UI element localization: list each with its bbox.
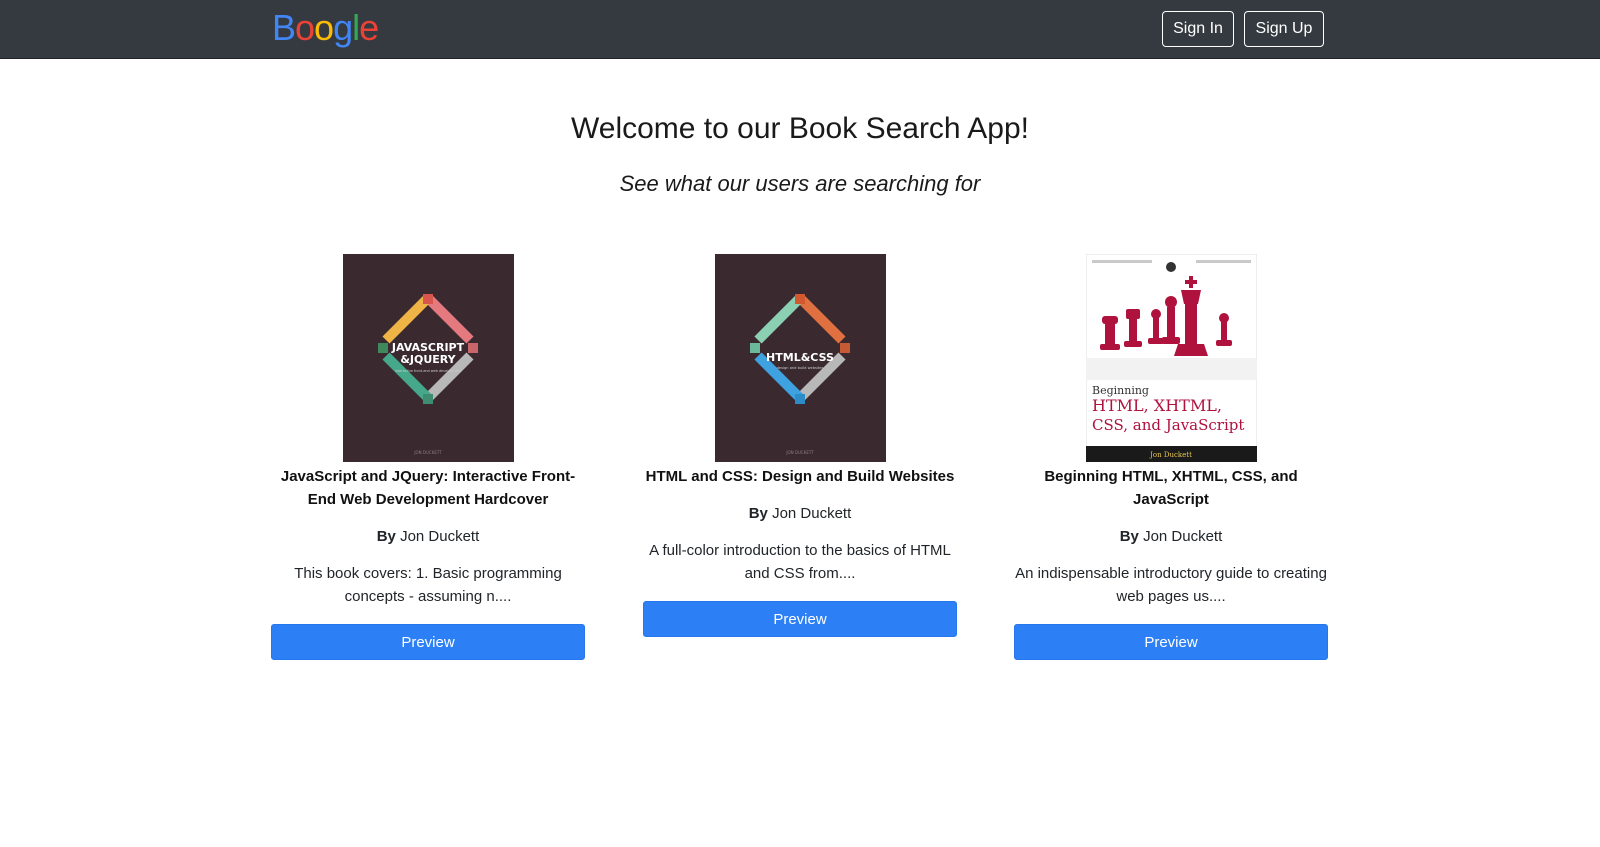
- cover-tagline: design and build websites: [776, 366, 823, 370]
- navbar: Boogle Sign In Sign Up: [0, 0, 1600, 59]
- book-description: A full-color introduction to the basics …: [649, 542, 951, 582]
- cover-title-line2: HTML, XHTML,: [1092, 396, 1222, 415]
- book-cover-image: Beginning HTML, XHTML, CSS, and JavaScri…: [1085, 254, 1257, 462]
- preview-button[interactable]: Preview: [1014, 624, 1328, 660]
- cover-author: JON DUCKETT: [785, 450, 814, 455]
- cover-tagline: interactive front-end web development: [394, 369, 461, 373]
- book-card: JAVASCRIPT &JQUERY interactive front-end…: [271, 254, 585, 660]
- book-description: An indispensable introductory guide to c…: [1015, 565, 1327, 605]
- book-title: JavaScript and JQuery: Interactive Front…: [280, 468, 576, 508]
- book-author: By Jon Duckett: [643, 502, 957, 525]
- book-description: This book covers: 1. Basic programming c…: [294, 565, 562, 605]
- logo[interactable]: Boogle: [272, 7, 379, 48]
- cover-title-line1: HTML&CSS: [766, 351, 834, 364]
- book-title: Beginning HTML, XHTML, CSS, and JavaScri…: [1044, 468, 1298, 508]
- author-name: Jon Duckett: [400, 528, 480, 545]
- by-label: By: [748, 505, 768, 522]
- by-label: By: [1119, 528, 1139, 545]
- preview-button[interactable]: Preview: [271, 624, 585, 660]
- book-cover-image: HTML&CSS design and build websites JON D…: [714, 254, 886, 462]
- cover-author: JON DUCKETT: [413, 450, 442, 455]
- book-card: Beginning HTML, XHTML, CSS, and JavaScri…: [1014, 254, 1328, 660]
- cover-author: Jon Duckett: [1149, 451, 1192, 459]
- sign-up-button[interactable]: Sign Up: [1244, 11, 1324, 47]
- preview-button[interactable]: Preview: [643, 601, 957, 637]
- logo-letter: g: [333, 7, 353, 48]
- logo-letter: e: [359, 7, 379, 48]
- logo-letter: o: [295, 7, 315, 48]
- cover-title-line3: CSS, and JavaScript: [1092, 416, 1244, 434]
- logo-letter: l: [352, 7, 360, 48]
- book-cover[interactable]: HTML&CSS design and build websites JON D…: [714, 254, 886, 462]
- book-author: By Jon Duckett: [1014, 525, 1328, 548]
- book-card: HTML&CSS design and build websites JON D…: [643, 254, 957, 637]
- page-title: Welcome to our Book Search App!: [570, 112, 1030, 145]
- sign-in-button[interactable]: Sign In: [1162, 11, 1234, 47]
- author-name: Jon Duckett: [1143, 528, 1223, 545]
- book-title: HTML and CSS: Design and Build Websites: [645, 468, 955, 485]
- by-label: By: [376, 528, 396, 545]
- book-author: By Jon Duckett: [271, 525, 585, 548]
- cover-title-line2: &JQUERY: [400, 353, 456, 366]
- book-cover-image: JAVASCRIPT &JQUERY interactive front-end…: [342, 254, 514, 462]
- page-subtitle: See what our users are searching for: [619, 171, 981, 196]
- logo-letter: o: [314, 7, 334, 48]
- author-name: Jon Duckett: [772, 505, 852, 522]
- logo-letter: B: [272, 7, 296, 48]
- book-cover[interactable]: JAVASCRIPT &JQUERY interactive front-end…: [342, 254, 514, 462]
- book-cover[interactable]: Beginning HTML, XHTML, CSS, and JavaScri…: [1085, 254, 1257, 462]
